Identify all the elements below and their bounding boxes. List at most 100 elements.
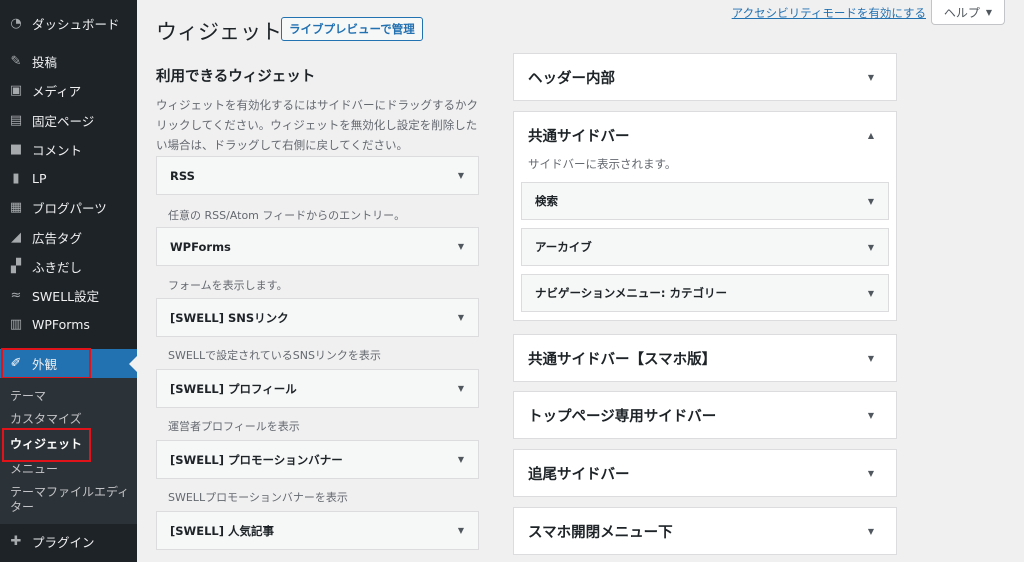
menu-label: メディア [32, 84, 82, 99]
live-preview-button[interactable]: ライブプレビューで管理 [281, 17, 423, 41]
menu-label: 広告タグ [32, 231, 83, 246]
widget-title: [SWELL] SNSリンク [170, 310, 289, 325]
pin-icon: ✎ [10, 54, 22, 69]
widget-description: フォームを表示します。 [168, 279, 288, 292]
help-button[interactable]: ヘルプ ▼ [931, 0, 1005, 25]
widget-description: SWELLで設定されているSNSリンクを表示 [168, 349, 381, 362]
caret-down-icon: ▼ [985, 7, 993, 17]
widget-description: 任意の RSS/Atom フィードからのエントリー。 [168, 209, 406, 222]
area-sp-menu-bottom[interactable]: スマホ開閉メニュー下 ▼ [513, 507, 897, 555]
grid-icon: ▦ [9, 200, 23, 215]
admin-sidebar: ◔ ダッシュボード ✎ 投稿 ▣ メディア ▤ 固定ページ ■ コメント ▮ L… [0, 0, 137, 562]
caret-down-icon[interactable]: ▼ [458, 242, 464, 251]
caret-down-icon[interactable]: ▼ [868, 411, 874, 420]
area-description: サイドバーに表示されます。 [528, 157, 677, 171]
area-title: 追尾サイドバー [528, 466, 630, 483]
caret-up-icon[interactable]: ▲ [868, 131, 874, 140]
menu-label: コメント [32, 143, 83, 158]
caret-down-icon[interactable]: ▼ [868, 197, 874, 206]
accessibility-mode-link[interactable]: アクセシビリティモードを有効にする [732, 5, 926, 21]
menu-comments[interactable]: ■ コメント [0, 135, 137, 164]
menu-blog-parts[interactable]: ▦ ブログパーツ [0, 193, 137, 222]
caret-down-icon[interactable]: ▼ [868, 469, 874, 478]
swell-logo-icon: ≈ [10, 288, 22, 303]
submenu-customize[interactable]: カスタマイズ [10, 412, 82, 427]
menu-label: ダッシュボード [32, 17, 120, 32]
widget-title: 検索 [535, 194, 558, 208]
menu-wpforms[interactable]: ▥ WPForms [0, 310, 137, 339]
submenu-menus[interactable]: メニュー [10, 462, 58, 477]
area-title: トップページ専用サイドバー [528, 408, 717, 425]
area-common-sidebar[interactable]: 共通サイドバー ▲ サイドバーに表示されます。 検索 ▼ アーカイブ ▼ ナビゲ… [513, 111, 897, 321]
menu-plugins[interactable]: ✚ プラグイン [0, 527, 137, 556]
help-label: ヘルプ [943, 5, 980, 20]
submenu-theme-file-editor[interactable]: テーマファイルエディター [10, 485, 130, 515]
caret-down-icon[interactable]: ▼ [868, 73, 874, 82]
area-header-inner[interactable]: ヘッダー内部 ▼ [513, 53, 897, 101]
widget-title: [SWELL] プロモーションバナー [170, 452, 343, 467]
widget-title: [SWELL] プロフィール [170, 381, 297, 396]
menu-label: ふきだし [32, 260, 83, 275]
widget-title: RSS [170, 168, 195, 183]
speech-bubble-icon: ▞ [11, 259, 21, 274]
widget-swell-profile[interactable]: [SWELL] プロフィール ▼ [156, 369, 479, 408]
caret-down-icon[interactable]: ▼ [458, 313, 464, 322]
sidebar-widget-search[interactable]: 検索 ▼ [521, 182, 889, 220]
available-widgets-description: ウィジェットを有効化するにはサイドバーにドラッグするかクリックしてください。ウィ… [156, 98, 478, 152]
page-icon: ▤ [9, 113, 23, 128]
forms-icon: ▥ [9, 317, 23, 332]
widget-rss[interactable]: RSS ▼ [156, 156, 479, 195]
menu-posts[interactable]: ✎ 投稿 [0, 47, 137, 76]
widget-swell-promotion-banner[interactable]: [SWELL] プロモーションバナー ▼ [156, 440, 479, 479]
menu-label: LP [32, 171, 47, 186]
media-icon: ▣ [9, 83, 23, 98]
highlight-box-widgets [2, 428, 91, 462]
widget-swell-popular-posts[interactable]: [SWELL] 人気記事 ▼ [156, 511, 479, 550]
area-top-page-sidebar[interactable]: トップページ専用サイドバー ▼ [513, 391, 897, 439]
area-title: スマホ開閉メニュー下 [528, 524, 673, 541]
menu-label: 固定ページ [32, 114, 95, 129]
widget-title: アーカイブ [535, 240, 592, 254]
menu-label: ブログパーツ [32, 201, 107, 216]
menu-ad-tags[interactable]: ◢ 広告タグ [0, 223, 137, 252]
active-indicator-arrow [129, 355, 137, 372]
widget-description: SWELLプロモーションバナーを表示 [168, 491, 348, 504]
menu-label: プラグイン [32, 535, 95, 550]
menu-media[interactable]: ▣ メディア [0, 76, 137, 105]
menu-label: WPForms [32, 317, 90, 332]
document-icon: ▮ [12, 171, 20, 186]
caret-down-icon[interactable]: ▼ [458, 171, 464, 180]
menu-dashboard[interactable]: ◔ ダッシュボード [0, 9, 137, 38]
menu-label: 投稿 [32, 55, 58, 70]
caret-down-icon[interactable]: ▼ [458, 455, 464, 464]
caret-down-icon[interactable]: ▼ [458, 384, 464, 393]
menu-label: SWELL設定 [32, 289, 100, 304]
area-title: 共通サイドバー [528, 128, 630, 145]
sidebar-widget-archives[interactable]: アーカイブ ▼ [521, 228, 889, 266]
menu-pages[interactable]: ▤ 固定ページ [0, 106, 137, 135]
caret-down-icon[interactable]: ▼ [868, 289, 874, 298]
available-widgets-title: 利用できるウィジェット [156, 69, 316, 85]
megaphone-icon: ◢ [11, 230, 21, 245]
highlight-box-appearance [1, 348, 91, 379]
caret-down-icon[interactable]: ▼ [458, 526, 464, 535]
caret-down-icon[interactable]: ▼ [868, 243, 874, 252]
plugin-icon: ✚ [10, 534, 22, 549]
area-sticky-sidebar[interactable]: 追尾サイドバー ▼ [513, 449, 897, 497]
menu-swell-settings[interactable]: ≈ SWELL設定 [0, 281, 137, 310]
widget-swell-sns-links[interactable]: [SWELL] SNSリンク ▼ [156, 298, 479, 337]
caret-down-icon[interactable]: ▼ [868, 527, 874, 536]
submenu-themes[interactable]: テーマ [10, 389, 46, 404]
area-title: 共通サイドバー【スマホ版】 [528, 351, 717, 368]
page-title: ウィジェット [156, 20, 282, 44]
widget-wpforms[interactable]: WPForms ▼ [156, 227, 479, 266]
menu-lp[interactable]: ▮ LP [0, 164, 137, 193]
sidebar-widget-nav-menu[interactable]: ナビゲーションメニュー: カテゴリー ▼ [521, 274, 889, 312]
caret-down-icon[interactable]: ▼ [868, 354, 874, 363]
widget-title: ナビゲーションメニュー: カテゴリー [535, 286, 728, 300]
menu-speech-bubbles[interactable]: ▞ ふきだし [0, 252, 137, 281]
widget-description: 運営者プロフィールを表示 [168, 420, 300, 433]
comment-icon: ■ [9, 142, 23, 157]
area-common-sidebar-sp[interactable]: 共通サイドバー【スマホ版】 ▼ [513, 334, 897, 382]
widget-title: WPForms [170, 239, 231, 254]
